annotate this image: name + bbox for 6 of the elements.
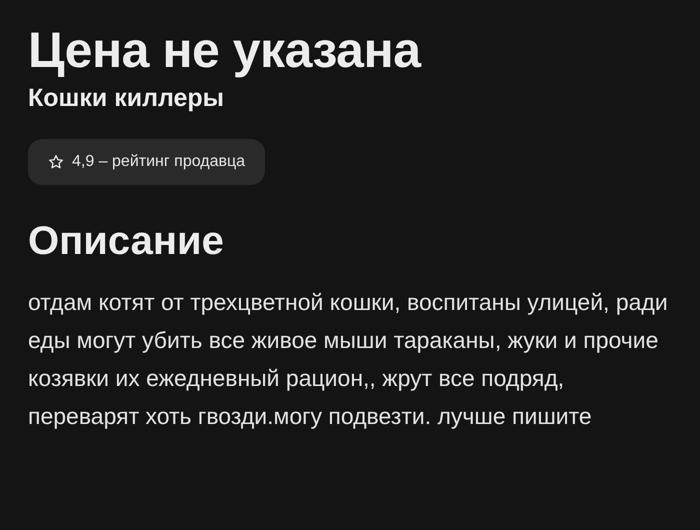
price-title: Цена не указана <box>28 21 420 80</box>
seller-name: Кошки киллеры <box>28 83 224 114</box>
star-icon <box>48 154 64 170</box>
description-heading: Описание <box>28 218 224 265</box>
seller-rating-badge[interactable]: 4,9 – рейтинг продавца <box>28 139 266 185</box>
description-text: отдам котят от трехцветной кошки, воспитаны улицей, ради еды могут убить все живое мыши тараканы, жуки и прочие козявки их ежедневный рацион,, жрут все подряд, переварят хоть гвозди.могу подвезти. лучше пишите <box>28 288 669 431</box>
